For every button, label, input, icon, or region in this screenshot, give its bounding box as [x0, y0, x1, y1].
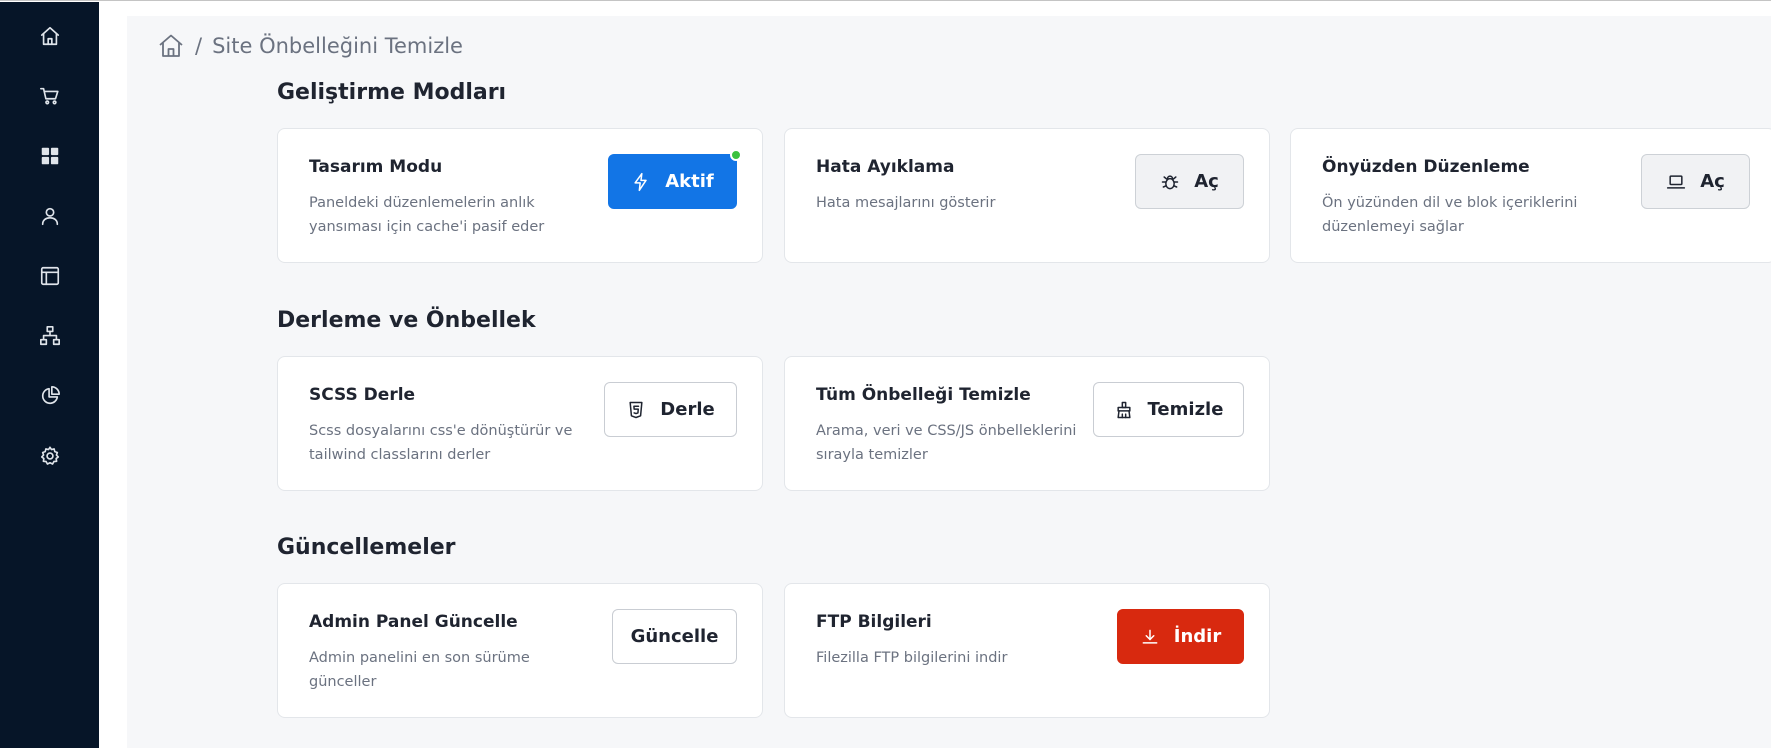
gear-icon — [40, 446, 59, 465]
button-label: Aktif — [665, 171, 714, 192]
card-title: Tüm Önbelleği Temizle — [816, 385, 1031, 405]
sidebar-item-layout[interactable] — [28, 254, 72, 298]
button-label: Aç — [1194, 171, 1219, 192]
breadcrumb-separator: / — [195, 34, 203, 58]
section-title-dev-modes: Geliştirme Modları — [277, 80, 507, 105]
card-title: Hata Ayıklama — [816, 157, 955, 177]
home-icon — [40, 26, 59, 46]
breadcrumb-current: Site Önbelleğini Temizle — [212, 34, 463, 58]
sidebar-item-settings[interactable] — [28, 434, 72, 478]
button-label: Güncelle — [630, 626, 719, 647]
card-description: Hata mesajlarını gösterir — [816, 195, 996, 211]
card-description: Scss dosyalarını css'e dönüştürür ve tai… — [309, 423, 573, 463]
card-description: Admin panelini en son sürüme günceller — [309, 650, 530, 690]
sitemap-icon — [39, 326, 60, 346]
pie-chart-icon — [41, 386, 60, 405]
sidebar-item-reports[interactable] — [28, 374, 72, 418]
card-ftp-info: FTP Bilgileri Filezilla FTP bilgilerini … — [784, 583, 1270, 718]
card-title: Önyüzden Düzenleme — [1322, 157, 1530, 177]
download-icon — [1142, 629, 1158, 644]
card-title: SCSS Derle — [309, 385, 416, 405]
dashboard-icon — [41, 147, 58, 165]
sidebar-item-shop[interactable] — [28, 74, 72, 118]
section-title-build-cache: Derleme ve Önbellek — [277, 308, 536, 333]
card-title: FTP Bilgileri — [816, 612, 932, 632]
card-design-mode: Tasarım Modu Paneldeki düzenlemelerin an… — [277, 128, 763, 263]
card-scss-compile: SCSS Derle Scss dosyalarını css'e dönüşt… — [277, 356, 763, 491]
sidebar — [0, 2, 99, 748]
breadcrumb: / Site Önbelleğini Temizle — [157, 32, 463, 60]
bolt-icon — [634, 172, 647, 191]
sidebar-item-sitemap[interactable] — [28, 314, 72, 358]
user-icon — [41, 207, 58, 226]
debug-open-button[interactable]: Aç — [1135, 154, 1244, 209]
frontend-edit-open-button[interactable]: Aç — [1641, 154, 1750, 209]
clear-cache-button[interactable]: Temizle — [1093, 382, 1244, 437]
card-title: Tasarım Modu — [309, 157, 443, 177]
sidebar-item-home[interactable] — [28, 14, 72, 58]
status-badge — [730, 149, 742, 161]
section-title-updates: Güncellemeler — [277, 535, 456, 560]
button-label: Temizle — [1147, 399, 1224, 420]
scss-compile-button[interactable]: Derle — [604, 382, 737, 437]
home-icon[interactable] — [157, 32, 185, 60]
card-description: Filezilla FTP bilgilerini indir — [816, 650, 1008, 666]
ftp-download-button[interactable]: İndir — [1117, 609, 1244, 664]
laptop-icon — [1667, 174, 1686, 189]
button-label: İndir — [1173, 626, 1222, 647]
sidebar-item-dashboard[interactable] — [28, 134, 72, 178]
card-description: Ön yüzünden dil ve blok içeriklerini düz… — [1322, 195, 1578, 235]
button-label: Aç — [1700, 171, 1725, 192]
html5-icon — [629, 401, 643, 418]
bug-icon — [1161, 174, 1179, 189]
main-content: / Site Önbelleğini Temizle Geliştirme Mo… — [99, 2, 1771, 748]
sidebar-item-users[interactable] — [28, 194, 72, 238]
card-clear-all-cache: Tüm Önbelleği Temizle Arama, veri ve CSS… — [784, 356, 1270, 491]
content-panel: / Site Önbelleğini Temizle Geliştirme Mo… — [127, 16, 1771, 748]
cart-icon — [39, 87, 59, 105]
card-frontend-editing: Önyüzden Düzenleme Ön yüzünden dil ve bl… — [1290, 128, 1771, 263]
card-description: Paneldeki düzenlemelerin anlık yansıması… — [309, 195, 545, 235]
broom-icon — [1116, 401, 1131, 418]
app-window: / Site Önbelleğini Temizle Geliştirme Mo… — [0, 0, 1771, 748]
card-admin-update: Admin Panel Güncelle Admin panelini en s… — [277, 583, 763, 718]
card-description: Arama, veri ve CSS/JS önbelleklerini sır… — [816, 423, 1077, 463]
card-title: Admin Panel Güncelle — [309, 612, 518, 632]
admin-update-button[interactable]: Güncelle — [612, 609, 737, 664]
layout-icon — [40, 266, 59, 286]
design-mode-active-button[interactable]: Aktif — [608, 149, 742, 209]
button-label: Derle — [660, 399, 715, 420]
card-debugging: Hata Ayıklama Hata mesajlarını gösterir … — [784, 128, 1270, 263]
